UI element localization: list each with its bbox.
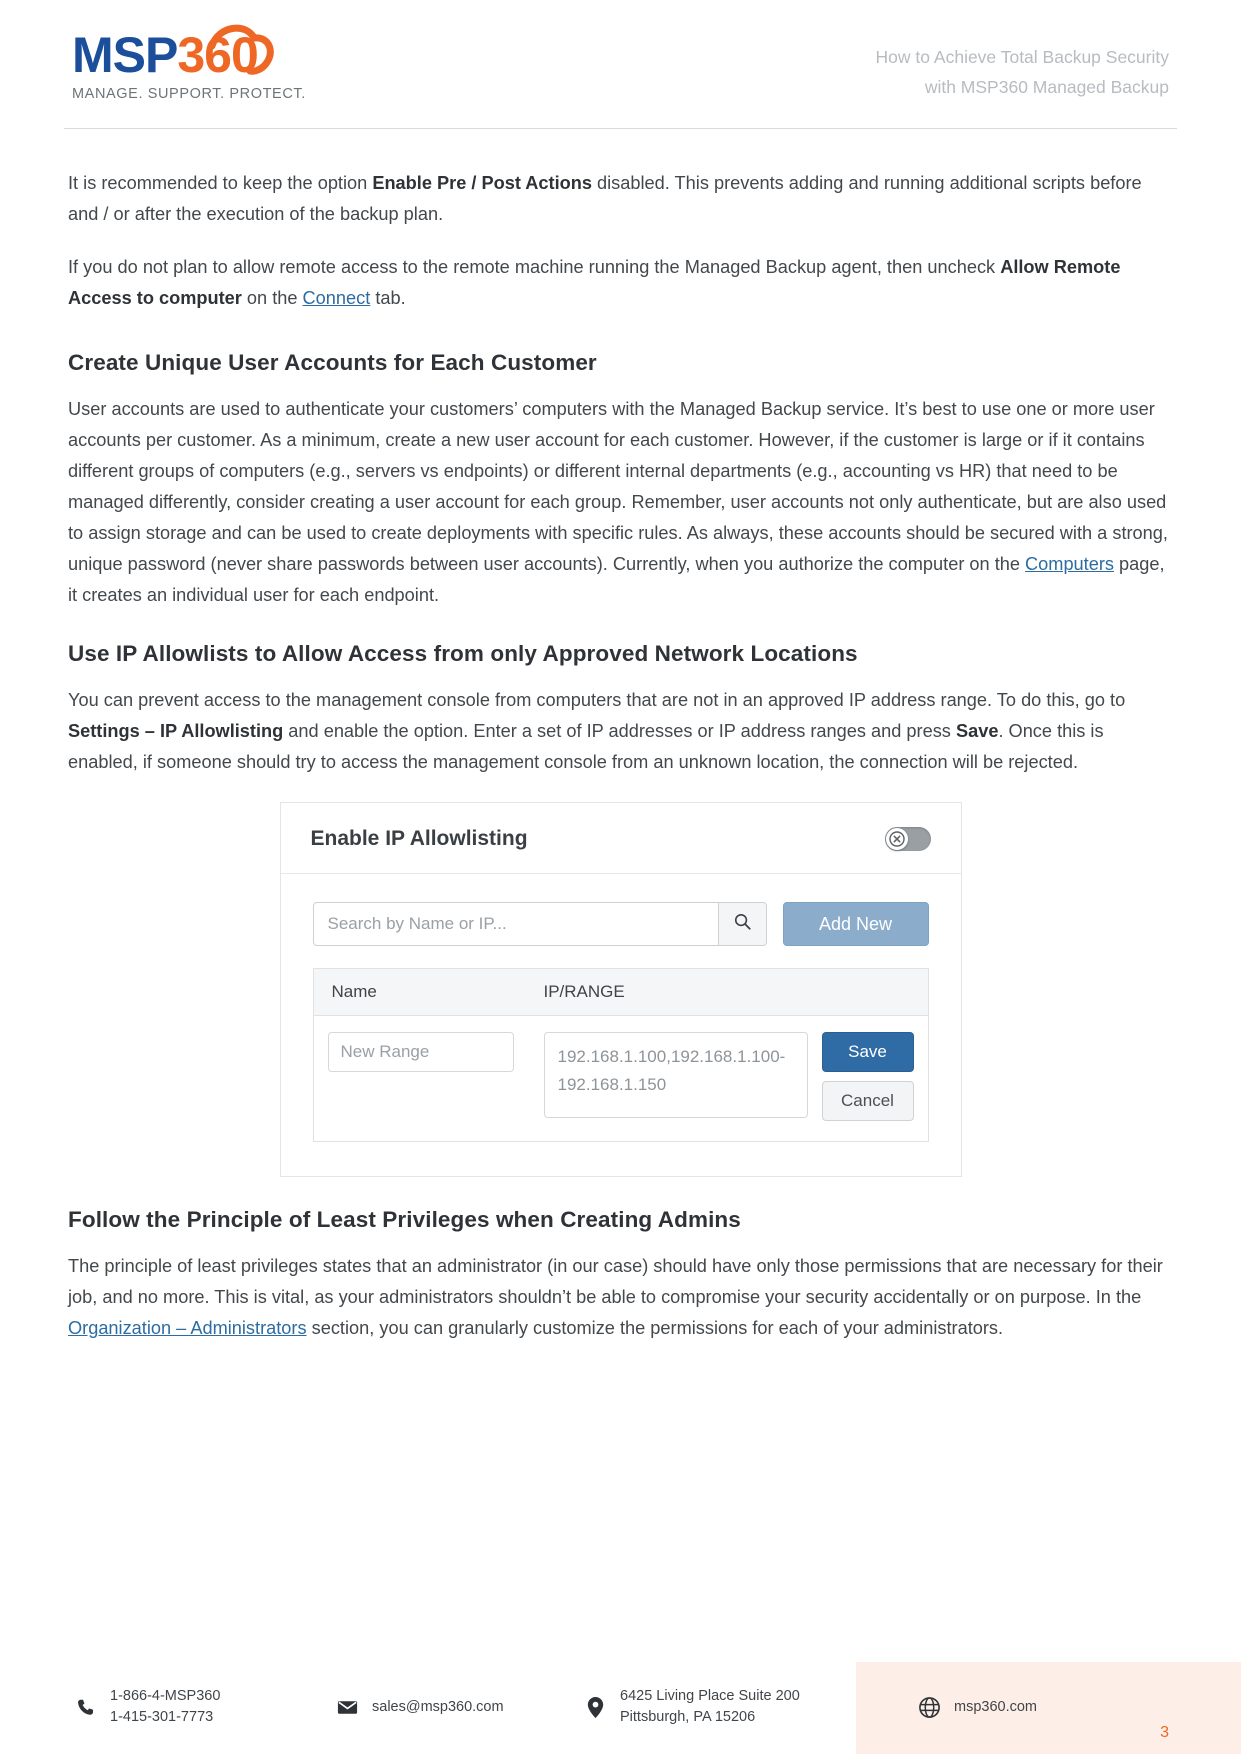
page-number: 3 [1160, 1724, 1169, 1741]
panel-body: Add New Name IP/RANGE [281, 874, 961, 1176]
search-input[interactable] [313, 903, 718, 945]
link-organization-administrators[interactable]: Organization – Administrators [68, 1318, 307, 1338]
cell-name [327, 1032, 544, 1072]
para5-text-1: The principle of least privileges states… [68, 1256, 1163, 1307]
search-button[interactable] [717, 903, 766, 945]
para2-text-3: tab. [370, 288, 406, 308]
footer-email: sales@msp360.com [334, 1696, 582, 1719]
map-pin-icon [582, 1696, 608, 1719]
para1-bold-1: Enable Pre / Post Actions [372, 173, 592, 193]
table-row: Save Cancel [314, 1016, 928, 1141]
page-footer: 1-866-4-MSP360 1-415-301-7773 sales@msp3… [0, 1642, 1241, 1754]
link-computers[interactable]: Computers [1025, 554, 1114, 574]
page-header: MSP 360 MANAGE. SUPPORT. PROTECT. How to… [0, 0, 1241, 140]
enable-ip-allowlisting-toggle[interactable] [884, 827, 931, 851]
header-divider [64, 128, 1177, 129]
ip-range-textarea[interactable] [543, 1032, 808, 1118]
para2-text-1: If you do not plan to allow remote acces… [68, 257, 1001, 277]
column-header-name: Name [331, 982, 377, 1001]
para2-text-2: on the [241, 288, 303, 308]
cell-ip-range [543, 1032, 822, 1123]
footer-website: msp360.com [882, 1696, 1169, 1719]
msp360-logo: MSP 360 MANAGE. SUPPORT. PROTECT. [72, 24, 306, 102]
envelope-icon [334, 1696, 360, 1719]
table-header-row: Name IP/RANGE [313, 969, 928, 1016]
range-name-input[interactable] [327, 1032, 514, 1072]
footer-address-line-1: 6425 Living Place Suite 200 [620, 1688, 800, 1704]
search-box [312, 902, 767, 946]
panel-header: Enable IP Allowlisting [280, 803, 961, 874]
para1-text-1: It is recommended to keep the option [68, 173, 373, 193]
document-page: MSP 360 MANAGE. SUPPORT. PROTECT. How to… [0, 0, 1241, 1754]
cancel-button[interactable]: Cancel [821, 1081, 914, 1121]
heading-ip-allowlists: Use IP Allowlists to Allow Access from o… [68, 641, 858, 666]
cloud-swoosh-icon [208, 24, 280, 80]
heading-least-privileges: Follow the Principle of Least Privileges… [68, 1207, 741, 1232]
globe-icon [916, 1696, 942, 1719]
header-title-line-1: How to Achieve Total Backup Security [875, 47, 1169, 67]
para4-bold-2: Save [955, 721, 999, 741]
para4-bold-1: Settings – IP Allowlisting [68, 721, 284, 741]
x-circle-icon [885, 828, 908, 850]
footer-phone: 1-866-4-MSP360 1-415-301-7773 [72, 1686, 334, 1728]
phone-icon [72, 1697, 98, 1718]
search-row: Add New [312, 902, 929, 946]
para3-text-1: User accounts are used to authenticate y… [68, 399, 1168, 574]
footer-website-text: msp360.com [954, 1698, 1038, 1715]
panel-title: Enable IP Allowlisting [310, 827, 528, 850]
paragraph-least-privileges: The principle of least privileges states… [68, 1251, 1173, 1344]
footer-email-text: sales@msp360.com [372, 1698, 504, 1715]
ip-allowlisting-panel: Enable IP Allowlisting Search by Name or… [279, 802, 962, 1177]
row-actions: Save Cancel [821, 1032, 914, 1121]
footer-address-text: 6425 Living Place Suite 200 Pittsburgh, … [620, 1686, 800, 1728]
save-button[interactable]: Save [821, 1032, 914, 1072]
logo-text-msp: MSP [72, 27, 178, 83]
footer-contact-row: 1-866-4-MSP360 1-415-301-7773 sales@msp3… [72, 1686, 1169, 1728]
logo-wordmark: MSP 360 [72, 24, 306, 83]
header-document-title: How to Achieve Total Backup Security wit… [876, 42, 1169, 102]
header-title-line-2: with MSP360 Managed Backup [924, 77, 1169, 97]
ip-range-table: Name IP/RANGE Save [312, 968, 929, 1142]
add-new-button[interactable]: Add New [782, 902, 929, 946]
logo-tagline: MANAGE. SUPPORT. PROTECT. [72, 86, 306, 102]
para5-text-2: section, you can granularly customize th… [306, 1318, 1004, 1338]
heading-create-unique-user-accounts: Create Unique User Accounts for Each Cus… [68, 350, 597, 375]
paragraph-user-accounts: User accounts are used to authenticate y… [68, 394, 1173, 611]
search-icon [733, 912, 752, 936]
footer-address-line-2: Pittsburgh, PA 15206 [620, 1709, 756, 1725]
footer-phone-line-2: 1-415-301-7773 [110, 1709, 214, 1725]
paragraph-remote-access: If you do not plan to allow remote acces… [68, 252, 1173, 314]
footer-address: 6425 Living Place Suite 200 Pittsburgh, … [582, 1686, 882, 1728]
paragraph-pre-post-actions: It is recommended to keep the option Ena… [68, 168, 1173, 230]
footer-phone-text: 1-866-4-MSP360 1-415-301-7773 [110, 1686, 220, 1728]
para4-text-2: and enable the option. Enter a set of IP… [283, 721, 956, 741]
paragraph-ip-allowlist: You can prevent access to the management… [68, 685, 1173, 778]
column-header-ip-range: IP/RANGE [543, 982, 625, 1001]
screenshot-figure: Enable IP Allowlisting Search by Name or… [68, 802, 1173, 1177]
footer-phone-line-1: 1-866-4-MSP360 [110, 1688, 221, 1704]
page-content: It is recommended to keep the option Ena… [68, 168, 1173, 1366]
para4-text-1: You can prevent access to the management… [68, 690, 1126, 710]
link-connect[interactable]: Connect [303, 288, 371, 308]
